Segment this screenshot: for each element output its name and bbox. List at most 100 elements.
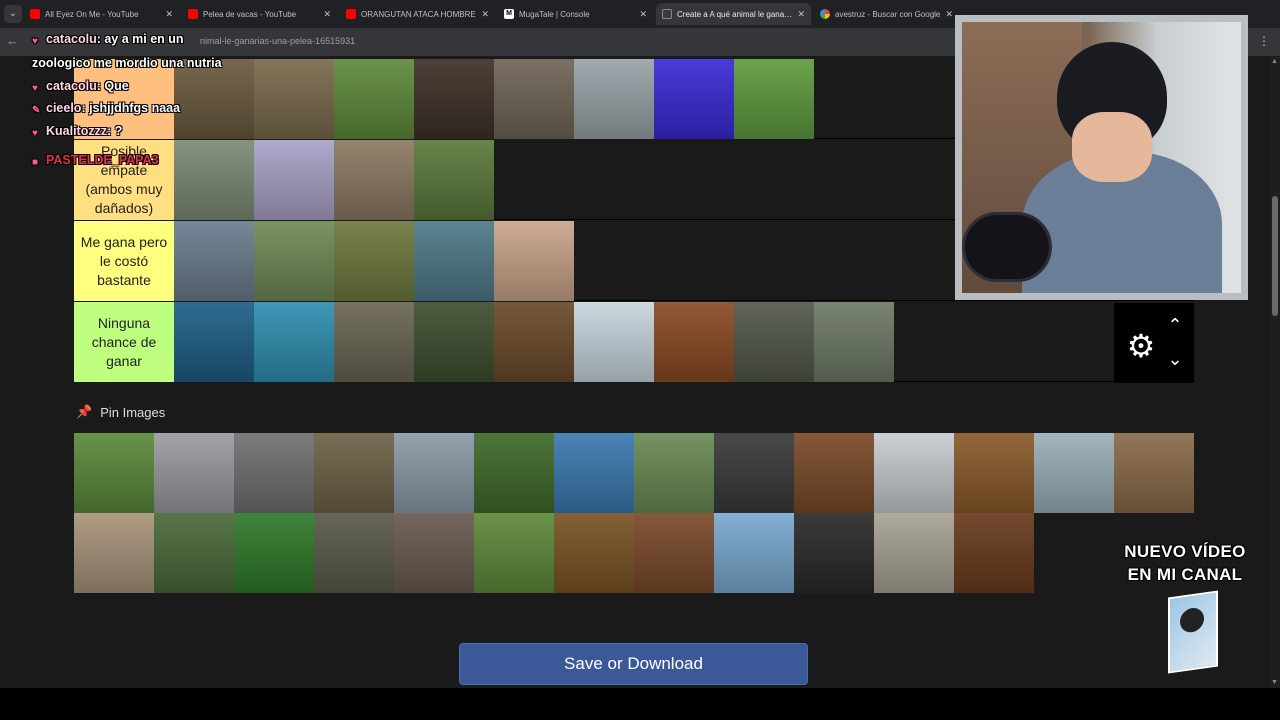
- pin-image-panther[interactable]: [794, 513, 874, 593]
- pencil-icon: ✎: [32, 105, 41, 116]
- pin-image-bat[interactable]: [714, 513, 794, 593]
- pin-image-owl[interactable]: [314, 433, 394, 513]
- pin-image-porcupine[interactable]: [74, 513, 154, 593]
- pin-image-cougar[interactable]: [874, 513, 954, 593]
- pin-image-crocodile[interactable]: [1034, 433, 1114, 513]
- chat-username: catacolu: [46, 79, 97, 93]
- animal-tile-tortoise[interactable]: [334, 59, 414, 139]
- mugatale-icon: M: [504, 9, 514, 19]
- animal-tile-cow[interactable]: [734, 59, 814, 139]
- animal-tile-walrus[interactable]: [174, 221, 254, 301]
- save-or-download-button[interactable]: Save or Download: [459, 643, 808, 685]
- pin-image-komodo-dragon[interactable]: [314, 513, 394, 593]
- pin-image-dolphin[interactable]: [554, 433, 634, 513]
- animal-tile-octopus[interactable]: [654, 59, 734, 139]
- pin-images-header: 📌 Pin Images: [76, 404, 165, 420]
- animal-tile-rhino[interactable]: [814, 302, 894, 382]
- move-row-up-icon[interactable]: ⌃: [1164, 315, 1186, 335]
- animal-tile-elephant[interactable]: [334, 302, 414, 382]
- animal-tile-buffalo[interactable]: [334, 221, 414, 301]
- close-tab-icon[interactable]: ✕: [481, 9, 489, 20]
- animal-tile-orangutan[interactable]: [654, 302, 734, 382]
- page-scrollbar[interactable]: ▲ ▼: [1270, 56, 1280, 688]
- heart-icon: ♥: [32, 128, 38, 139]
- streamer-hands: [1072, 112, 1152, 182]
- pin-image-parrot[interactable]: [74, 433, 154, 513]
- browser-menu-icon[interactable]: ⋮: [1258, 34, 1270, 48]
- pin-image-zebra[interactable]: [234, 433, 314, 513]
- animal-tile-polar-bear[interactable]: [574, 302, 654, 382]
- animal-tile-hippo[interactable]: [734, 302, 814, 382]
- new-video-promo: NUEVO VÍDEO EN MI CANAL: [1112, 540, 1258, 586]
- chat-message: ■ PASTELDE_PAPA3: [32, 153, 159, 168]
- animal-tile-capybara[interactable]: [494, 59, 574, 139]
- pin-image-lion-family[interactable]: [1114, 433, 1194, 513]
- pin-image-horse[interactable]: [794, 433, 874, 513]
- pushpin-icon: 📌: [76, 404, 93, 419]
- promo-thumbnail: [1168, 590, 1218, 674]
- pin-image-panda[interactable]: [474, 433, 554, 513]
- browser-tab[interactable]: Create a A qué animal le ganarías ✕: [656, 3, 811, 25]
- move-row-down-icon[interactable]: ⌄: [1164, 349, 1186, 369]
- tier-items: [174, 221, 574, 301]
- animal-tile-pitbull[interactable]: [494, 221, 574, 301]
- chat-text: : Que: [96, 79, 129, 93]
- chat-text: : ay a mi en un: [96, 32, 184, 46]
- pin-image-giraffe[interactable]: [394, 433, 474, 513]
- pin-image-frog[interactable]: [234, 513, 314, 593]
- close-tab-icon[interactable]: ✕: [323, 9, 331, 20]
- close-tab-icon[interactable]: ✕: [945, 9, 953, 20]
- close-tab-icon[interactable]: ✕: [639, 9, 647, 20]
- tier-row: Ninguna chance de ganar: [74, 302, 1194, 382]
- pin-image-lapwing[interactable]: [474, 513, 554, 593]
- browser-tab-label: MugaTale | Console: [519, 9, 590, 19]
- pin-image-tiger[interactable]: [954, 433, 1034, 513]
- browser-tab[interactable]: M MugaTale | Console ✕: [498, 3, 653, 25]
- chat-message: ♥ catacolu: ay a mi en un: [32, 32, 184, 47]
- chat-message: ♥ Kualitozzz: ?: [32, 124, 122, 139]
- pin-image-eagle[interactable]: [874, 433, 954, 513]
- animal-tile-bear[interactable]: [494, 302, 574, 382]
- gear-icon[interactable]: ⚙: [1122, 327, 1160, 365]
- bottom-black-bar: [0, 688, 1280, 720]
- pin-image-toucan[interactable]: [154, 513, 234, 593]
- animal-tile-komodo[interactable]: [414, 59, 494, 139]
- promo-line-1: NUEVO VÍDEO: [1124, 542, 1246, 561]
- browser-tab-label: avestruz - Buscar con Google: [835, 9, 941, 19]
- heart-icon: ♥: [32, 83, 38, 94]
- scrollbar-thumb[interactable]: [1272, 196, 1278, 316]
- chat-username: PASTELDE_PAPA3: [46, 153, 159, 167]
- back-arrow-icon[interactable]: ←: [6, 33, 19, 48]
- animal-tile-shark[interactable]: [254, 302, 334, 382]
- animal-tile-python[interactable]: [334, 140, 414, 220]
- chat-text: : jshjjdhfgs naaa: [81, 101, 181, 115]
- browser-tab[interactable]: ORANGUTAN ATACA HOMBRE ✕: [340, 3, 495, 25]
- pin-image-rabbit[interactable]: [634, 433, 714, 513]
- chat-message: zoologico me mordio una nutria: [32, 56, 222, 70]
- animal-tile-whale[interactable]: [174, 302, 254, 382]
- pin-image-wolf[interactable]: [714, 433, 794, 513]
- pin-image-bull[interactable]: [634, 513, 714, 593]
- pin-images-title: Pin Images: [100, 404, 166, 420]
- pin-image-lion[interactable]: [554, 513, 634, 593]
- pin-images-grid: [74, 433, 1194, 593]
- animal-tile-deer[interactable]: [414, 221, 494, 301]
- tier-items: [174, 59, 814, 139]
- animal-tile-crow[interactable]: [574, 59, 654, 139]
- scroll-down-arrow-icon[interactable]: ▼: [1271, 679, 1278, 686]
- browser-tab[interactable]: avestruz - Buscar con Google ✕: [814, 3, 959, 25]
- pin-image-flamingo[interactable]: [154, 433, 234, 513]
- pin-image-tarantula[interactable]: [394, 513, 474, 593]
- tier-label[interactable]: Me gana pero le costó bastante: [74, 221, 174, 301]
- animal-tile-gorilla[interactable]: [414, 302, 494, 382]
- pin-image-orangutan-2[interactable]: [954, 513, 1034, 593]
- animal-tile-anteater[interactable]: [414, 140, 494, 220]
- browser-tab-label: Create a A qué animal le ganarías: [677, 9, 793, 19]
- close-tab-icon[interactable]: ✕: [797, 9, 805, 20]
- tab-search-chevron-icon[interactable]: ⌄: [4, 5, 22, 23]
- scroll-up-arrow-icon[interactable]: ▲: [1271, 58, 1278, 65]
- promo-thumbnail-face: [1180, 606, 1204, 634]
- google-icon: [820, 9, 830, 19]
- animal-tile-kangaroo[interactable]: [254, 221, 334, 301]
- tier-label[interactable]: Ninguna chance de ganar: [74, 302, 174, 382]
